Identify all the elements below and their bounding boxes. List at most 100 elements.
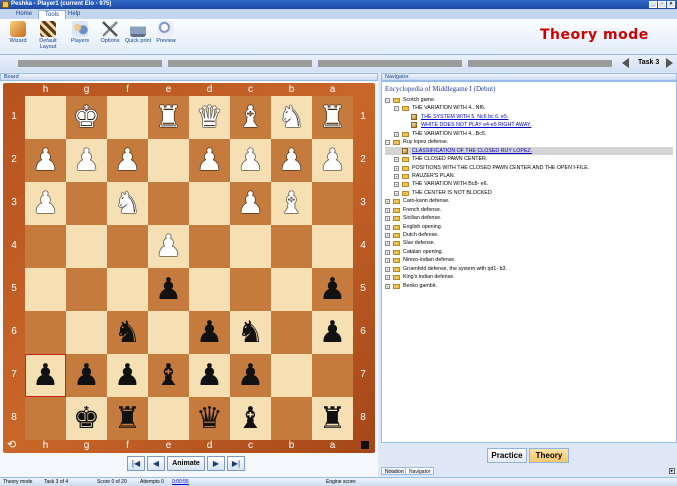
collapse-icon[interactable]: − bbox=[385, 140, 390, 146]
square-f6[interactable]: ♞ bbox=[107, 311, 148, 354]
collapse-icon[interactable]: − bbox=[385, 98, 390, 103]
square-h6[interactable] bbox=[25, 311, 66, 354]
minimize-icon[interactable]: _ bbox=[649, 1, 657, 8]
square-e2[interactable] bbox=[148, 139, 189, 182]
white-knight-icon[interactable]: ♞ bbox=[278, 102, 305, 133]
white-pawn-icon[interactable]: ♟ bbox=[32, 188, 59, 219]
square-f5[interactable] bbox=[107, 268, 148, 311]
tab-help[interactable]: Help bbox=[62, 10, 86, 19]
default-layout-button[interactable]: Default Layout bbox=[34, 21, 62, 51]
square-g3[interactable] bbox=[66, 182, 107, 225]
prev-task-icon[interactable] bbox=[622, 58, 629, 68]
square-d3[interactable] bbox=[189, 182, 230, 225]
close-icon[interactable]: × bbox=[667, 1, 675, 8]
expand-icon[interactable]: + bbox=[394, 182, 399, 188]
tree-node[interactable]: + Slav defense. bbox=[385, 239, 673, 247]
square-g6[interactable] bbox=[66, 311, 107, 354]
tree-node[interactable]: + French defense. bbox=[385, 206, 673, 214]
white-knight-icon[interactable]: ♞ bbox=[114, 188, 141, 219]
tree-node[interactable]: + Benko gambit. bbox=[385, 282, 673, 290]
tree-node[interactable]: + Nimzo-indian defense. bbox=[385, 256, 673, 264]
square-f3[interactable]: ♞ bbox=[107, 182, 148, 225]
tree-node[interactable]: THE SYSTEM WITH 5. Nc6 bc 6. e5. bbox=[385, 113, 673, 121]
theory-button[interactable]: Theory bbox=[529, 448, 569, 463]
white-rook-icon[interactable]: ♜ bbox=[155, 102, 182, 133]
square-d2[interactable]: ♟ bbox=[189, 139, 230, 182]
square-a4[interactable] bbox=[312, 225, 353, 268]
tree-node[interactable]: + Sicilian defense. bbox=[385, 214, 673, 222]
maximize-icon[interactable]: ▫ bbox=[658, 1, 666, 8]
square-e4[interactable]: ♟ bbox=[148, 225, 189, 268]
tab-navigator[interactable]: Navigator bbox=[405, 467, 435, 475]
square-h1[interactable] bbox=[25, 96, 66, 139]
white-bishop-icon[interactable]: ♝ bbox=[278, 188, 305, 219]
square-g4[interactable] bbox=[66, 225, 107, 268]
white-bishop-icon[interactable]: ♝ bbox=[237, 102, 264, 133]
chess-board[interactable]: ♚ ♜ ♛ ♝ ♞ ♜ ♟ ♟ ♟ ♟ ♟ ♟ ♟ ♟ ♞ ♟ ♝ ♟ ♟ ♟ ♞ ♟ ♞ ♟ ♟ ♟ ♟ ♝ ♟ ♟ ♚ ♜ ♛ ♝ ♜ bbox=[25, 96, 353, 440]
tree-node[interactable]: + Dutch defense. bbox=[385, 231, 673, 239]
task-segment-2[interactable] bbox=[168, 60, 312, 67]
tree-node[interactable]: + King's indian defense. bbox=[385, 273, 673, 281]
square-a7[interactable] bbox=[312, 354, 353, 397]
square-c8[interactable]: ♝ bbox=[230, 397, 271, 440]
practice-button[interactable]: Practice bbox=[487, 448, 527, 463]
white-pawn-icon[interactable]: ♟ bbox=[32, 145, 59, 176]
expand-icon[interactable]: + bbox=[385, 266, 390, 272]
expand-icon[interactable]: + bbox=[385, 241, 390, 247]
tree-node[interactable]: + THE VARIATION WITH 4...Bc5. bbox=[385, 130, 673, 138]
tab-home[interactable]: Home bbox=[10, 10, 38, 19]
square-d6[interactable]: ♟ bbox=[189, 311, 230, 354]
square-a8[interactable]: ♜ bbox=[312, 397, 353, 440]
black-rook-icon[interactable]: ♜ bbox=[319, 403, 346, 434]
tree-node[interactable]: − THE VARIATION WITH 4...Nf6. bbox=[385, 104, 673, 112]
black-pawn-icon[interactable]: ♟ bbox=[319, 274, 346, 305]
square-h7[interactable]: ♟ bbox=[25, 354, 66, 397]
square-c3[interactable]: ♟ bbox=[230, 182, 271, 225]
black-knight-icon[interactable]: ♞ bbox=[114, 317, 141, 348]
next-move-button[interactable]: ▶ bbox=[207, 456, 225, 471]
expand-icon[interactable]: + bbox=[394, 190, 399, 196]
white-pawn-icon[interactable]: ♟ bbox=[114, 145, 141, 176]
square-b3[interactable]: ♝ bbox=[271, 182, 312, 225]
flip-board-icon[interactable]: ⟲ bbox=[7, 438, 16, 451]
black-pawn-icon[interactable]: ♟ bbox=[32, 360, 59, 391]
black-queen-icon[interactable]: ♛ bbox=[196, 403, 223, 434]
tree-node[interactable]: + THE CLOSED PAWN CENTER. bbox=[385, 155, 673, 163]
tab-notation[interactable]: Notation bbox=[381, 467, 408, 475]
tree-node[interactable]: + English opening. bbox=[385, 223, 673, 231]
quick-print-button[interactable]: Quick print bbox=[124, 21, 152, 51]
square-d8[interactable]: ♛ bbox=[189, 397, 230, 440]
square-c7[interactable]: ♟ bbox=[230, 354, 271, 397]
black-pawn-icon[interactable]: ♟ bbox=[196, 317, 223, 348]
white-pawn-icon[interactable]: ♟ bbox=[155, 231, 182, 262]
square-b5[interactable] bbox=[271, 268, 312, 311]
black-pawn-icon[interactable]: ♟ bbox=[196, 360, 223, 391]
square-g2[interactable]: ♟ bbox=[66, 139, 107, 182]
square-d7[interactable]: ♟ bbox=[189, 354, 230, 397]
tree-node[interactable]: CLASSIFICATION OF THE CLOSED RUY LOPEZ. bbox=[385, 146, 673, 156]
task-segment-1[interactable] bbox=[18, 60, 162, 67]
square-a1[interactable]: ♜ bbox=[312, 96, 353, 139]
square-d1[interactable]: ♛ bbox=[189, 96, 230, 139]
square-c2[interactable]: ♟ bbox=[230, 139, 271, 182]
square-h4[interactable] bbox=[25, 225, 66, 268]
black-king-icon[interactable]: ♚ bbox=[73, 403, 100, 434]
white-king-icon[interactable]: ♚ bbox=[73, 102, 100, 133]
square-e8[interactable] bbox=[148, 397, 189, 440]
white-pawn-icon[interactable]: ♟ bbox=[237, 145, 264, 176]
square-h3[interactable]: ♟ bbox=[25, 182, 66, 225]
tree-node[interactable]: + Caro-kann defense. bbox=[385, 197, 673, 205]
square-b8[interactable] bbox=[271, 397, 312, 440]
next-task-icon[interactable] bbox=[666, 58, 673, 68]
square-b4[interactable] bbox=[271, 225, 312, 268]
tree-node[interactable]: − Scotch game. bbox=[385, 96, 673, 104]
white-pawn-icon[interactable]: ♟ bbox=[237, 188, 264, 219]
tree-node[interactable]: − Ruy lopez defense. bbox=[385, 138, 673, 146]
black-pawn-icon[interactable]: ♟ bbox=[155, 274, 182, 305]
expand-icon[interactable]: + bbox=[385, 258, 390, 264]
white-pawn-icon[interactable]: ♟ bbox=[196, 145, 223, 176]
black-bishop-icon[interactable]: ♝ bbox=[155, 360, 182, 391]
square-f4[interactable] bbox=[107, 225, 148, 268]
players-button[interactable]: Players bbox=[66, 21, 94, 51]
options-button[interactable]: Options bbox=[96, 21, 124, 51]
